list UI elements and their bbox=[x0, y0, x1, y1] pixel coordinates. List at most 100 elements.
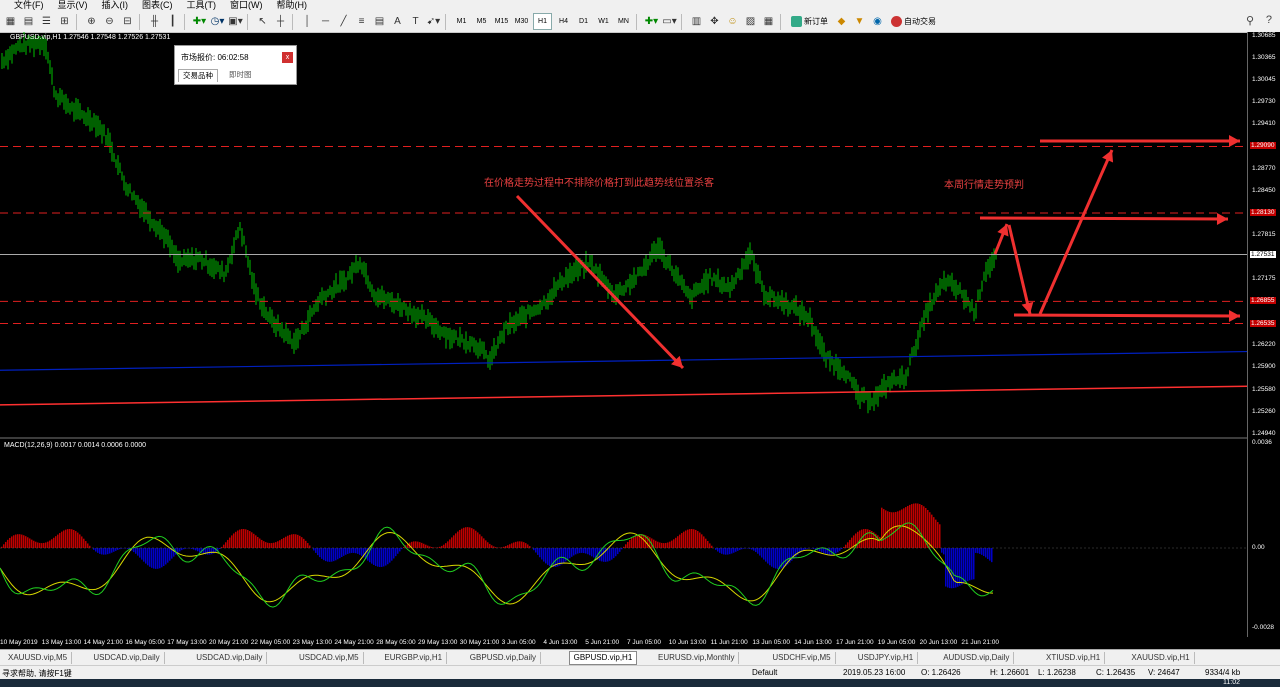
text-icon[interactable]: A bbox=[390, 14, 405, 29]
new-order-button[interactable]: 新订单 bbox=[788, 14, 831, 29]
menu-window[interactable]: 窗口(W) bbox=[230, 0, 263, 11]
expert-icon[interactable]: ☺ bbox=[725, 14, 740, 29]
tf-d1[interactable]: D1 bbox=[575, 14, 592, 29]
symbol-tab[interactable]: USDCHF.vip,M5 bbox=[768, 652, 836, 664]
symbol-tab[interactable]: EURUSD.vip,Monthly bbox=[654, 652, 740, 664]
menu-tools[interactable]: 工具(T) bbox=[187, 0, 217, 11]
macd-bar bbox=[371, 548, 373, 564]
symbol-tab[interactable]: GBPUSD.vip,Daily bbox=[466, 652, 542, 664]
price-chart[interactable] bbox=[0, 32, 1247, 637]
zoom-in-icon[interactable]: ⊕ bbox=[84, 14, 99, 29]
status-help: 寻求帮助, 请按F1键 bbox=[2, 669, 72, 678]
macd-bar bbox=[515, 541, 517, 548]
macd-bar bbox=[179, 548, 181, 552]
macd-bar bbox=[109, 548, 111, 554]
fibonacci-icon[interactable]: ▤ bbox=[372, 14, 387, 29]
history-icon[interactable]: ▨ bbox=[743, 14, 758, 29]
chart-window-icon[interactable]: ▭▾ bbox=[662, 14, 677, 29]
symbol-tab[interactable]: USDCAD.vip,Daily bbox=[192, 652, 268, 664]
macd-bar bbox=[61, 531, 63, 548]
tile-windows-icon[interactable]: ⊟ bbox=[120, 14, 135, 29]
add-indicator-icon[interactable]: ✚▾ bbox=[644, 14, 659, 29]
macd-main-line bbox=[0, 522, 994, 608]
symbol-tab[interactable]: XAUUSD.vip,H1 bbox=[1127, 652, 1195, 664]
auto-scroll-icon[interactable]: ▥ bbox=[689, 14, 704, 29]
menu-charts[interactable]: 图表(C) bbox=[142, 0, 173, 11]
macd-bar bbox=[271, 543, 273, 548]
symbol-tab[interactable]: GBPUSD.vip,H1 bbox=[568, 651, 638, 665]
macd-bar bbox=[701, 534, 703, 548]
market-watch-icon[interactable]: ☰ bbox=[39, 14, 54, 29]
macd-bar bbox=[661, 542, 663, 548]
terminal-icon[interactable]: ▦ bbox=[761, 14, 776, 29]
macd-bar bbox=[233, 533, 235, 548]
label-icon[interactable]: T bbox=[408, 14, 423, 29]
macd-bar bbox=[357, 548, 359, 554]
close-icon[interactable]: x bbox=[282, 52, 293, 63]
symbol-tab[interactable]: USDCAD.vip,Daily bbox=[89, 652, 165, 664]
horizontal-line-icon[interactable]: ─ bbox=[318, 14, 333, 29]
macd-bar bbox=[169, 548, 171, 561]
macd-bar bbox=[655, 540, 657, 548]
menu-view[interactable]: 显示(V) bbox=[58, 0, 88, 11]
candle-chart-icon[interactable]: ┃ bbox=[165, 14, 180, 29]
tab-tick-chart[interactable]: 即时图 bbox=[225, 69, 256, 81]
navigator-icon[interactable]: ⊞ bbox=[57, 14, 72, 29]
macd-bar bbox=[881, 507, 883, 548]
tf-m5[interactable]: M5 bbox=[473, 14, 490, 29]
time-label: 14 May 21:00 bbox=[83, 639, 123, 646]
chart-shift-icon[interactable]: ✥ bbox=[707, 14, 722, 29]
vertical-line-icon[interactable]: │ bbox=[300, 14, 315, 29]
help-icon[interactable]: ? bbox=[1266, 14, 1272, 26]
signals-icon[interactable]: ◆ bbox=[834, 14, 849, 29]
indicators-icon[interactable]: ✚▾ bbox=[192, 14, 207, 29]
target-arrow-mid bbox=[979, 216, 1229, 221]
market-icon[interactable]: ▼ bbox=[852, 14, 867, 29]
zoom-out-icon[interactable]: ⊖ bbox=[102, 14, 117, 29]
macd-bar bbox=[721, 548, 723, 554]
macd-bar bbox=[847, 542, 849, 548]
periods-icon[interactable]: ◷▾ bbox=[210, 14, 225, 29]
symbol-tab[interactable]: XTIUSD.vip,H1 bbox=[1042, 652, 1106, 664]
channel-icon[interactable]: ≡ bbox=[354, 14, 369, 29]
symbol-tab[interactable]: XAUUSD.vip,M5 bbox=[4, 652, 73, 664]
macd-bar bbox=[261, 539, 263, 548]
profiles-icon[interactable]: ▤ bbox=[21, 14, 36, 29]
market-watch-popup[interactable]: 市场报价: 06:02:58 x 交易品种 即时图 bbox=[174, 45, 297, 85]
macd-bar bbox=[635, 535, 637, 548]
symbol-tab[interactable]: USDCAD.vip,M5 bbox=[295, 652, 364, 664]
tab-symbols[interactable]: 交易品种 bbox=[178, 69, 218, 82]
crosshair-icon[interactable]: ┼ bbox=[273, 14, 288, 29]
macd-bar bbox=[987, 548, 989, 559]
tf-h1[interactable]: H1 bbox=[533, 13, 552, 30]
tf-m30[interactable]: M30 bbox=[513, 14, 530, 29]
macd-bar bbox=[65, 529, 67, 548]
tf-m15[interactable]: M15 bbox=[493, 14, 510, 29]
tf-w1[interactable]: W1 bbox=[595, 14, 612, 29]
symbol-tab[interactable]: AUDUSD.vip,Daily bbox=[939, 652, 1015, 664]
tf-h4[interactable]: H4 bbox=[555, 14, 572, 29]
macd-bar bbox=[775, 548, 777, 569]
menu-file[interactable]: 文件(F) bbox=[14, 0, 44, 11]
toolbar-separator bbox=[76, 13, 77, 30]
toolbar-separator bbox=[247, 13, 248, 30]
trend-line-icon[interactable]: ╱ bbox=[336, 14, 351, 29]
vps-icon[interactable]: ◉ bbox=[870, 14, 885, 29]
new-chart-icon[interactable]: ▦ bbox=[3, 14, 18, 29]
tf-mn[interactable]: MN bbox=[615, 14, 632, 29]
symbol-tab[interactable]: USDJPY.vip,H1 bbox=[854, 652, 919, 664]
bar-chart-icon[interactable]: ╫ bbox=[147, 14, 162, 29]
price-axis[interactable]: 1.30685 1.30365 1.30045 1.29730 1.29410 1.290… bbox=[1247, 32, 1280, 637]
macd-bar bbox=[821, 548, 823, 553]
tf-m1[interactable]: M1 bbox=[453, 14, 470, 29]
search-icon[interactable]: ⚲ bbox=[1246, 14, 1254, 27]
autotrade-button[interactable]: 自动交易 bbox=[888, 14, 939, 29]
arrows-icon[interactable]: ➹▾ bbox=[426, 14, 441, 29]
menu-help[interactable]: 帮助(H) bbox=[277, 0, 308, 11]
macd-bar bbox=[535, 548, 537, 553]
symbol-tab[interactable]: EURGBP.vip,H1 bbox=[380, 652, 448, 664]
templates-icon[interactable]: ▣▾ bbox=[228, 14, 243, 29]
cursor-icon[interactable]: ↖ bbox=[255, 14, 270, 29]
menu-insert[interactable]: 插入(I) bbox=[102, 0, 129, 11]
macd-bar bbox=[839, 548, 841, 551]
